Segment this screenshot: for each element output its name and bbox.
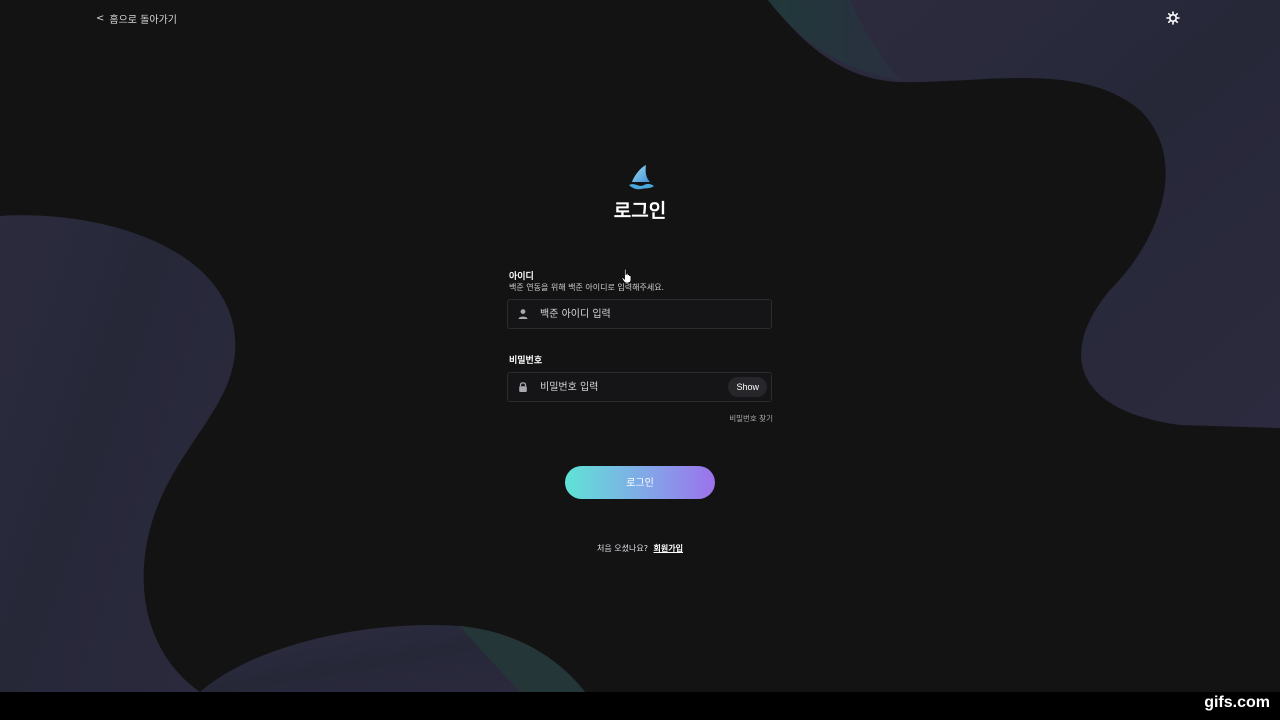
login-button[interactable]: 로그인 — [565, 466, 715, 499]
back-to-home-link[interactable]: < 홈으로 돌아가기 — [96, 11, 177, 26]
id-field — [507, 299, 772, 329]
signup-link[interactable]: 회원가입 — [654, 544, 683, 553]
id-label: 아이디 — [509, 272, 534, 282]
background-blob — [0, 0, 1280, 692]
gear-icon — [1166, 11, 1180, 25]
signup-row: 처음 오셨나요? 회원가입 — [540, 543, 740, 554]
forgot-password-link[interactable]: 비밀번호 찾기 — [729, 413, 773, 424]
chevron-left-icon: < — [96, 13, 105, 24]
id-input[interactable] — [540, 300, 771, 328]
signup-prompt: 처음 오셨나요? — [597, 544, 648, 553]
login-page: < 홈으로 돌아가기 로그인 아이디 백준 연동을 위해 백준 아이디로 입력해… — [0, 0, 1280, 692]
watermark: gifs.com — [1204, 694, 1270, 711]
lock-icon — [517, 381, 529, 393]
back-to-home-label: 홈으로 돌아가기 — [109, 15, 177, 26]
password-label: 비밀번호 — [509, 356, 543, 366]
shark-fin-logo — [629, 165, 654, 190]
id-hint: 백준 연동을 위해 백준 아이디로 입력해주세요. — [509, 283, 665, 292]
hand-cursor-icon — [621, 268, 632, 284]
user-icon — [517, 308, 529, 320]
page-title: 로그인 — [613, 200, 667, 222]
show-password-button[interactable]: Show — [728, 377, 767, 397]
footer-bar — [0, 692, 1280, 720]
password-input[interactable] — [540, 373, 729, 401]
theme-toggle-button[interactable] — [1165, 10, 1181, 26]
password-field: Show — [507, 372, 772, 402]
